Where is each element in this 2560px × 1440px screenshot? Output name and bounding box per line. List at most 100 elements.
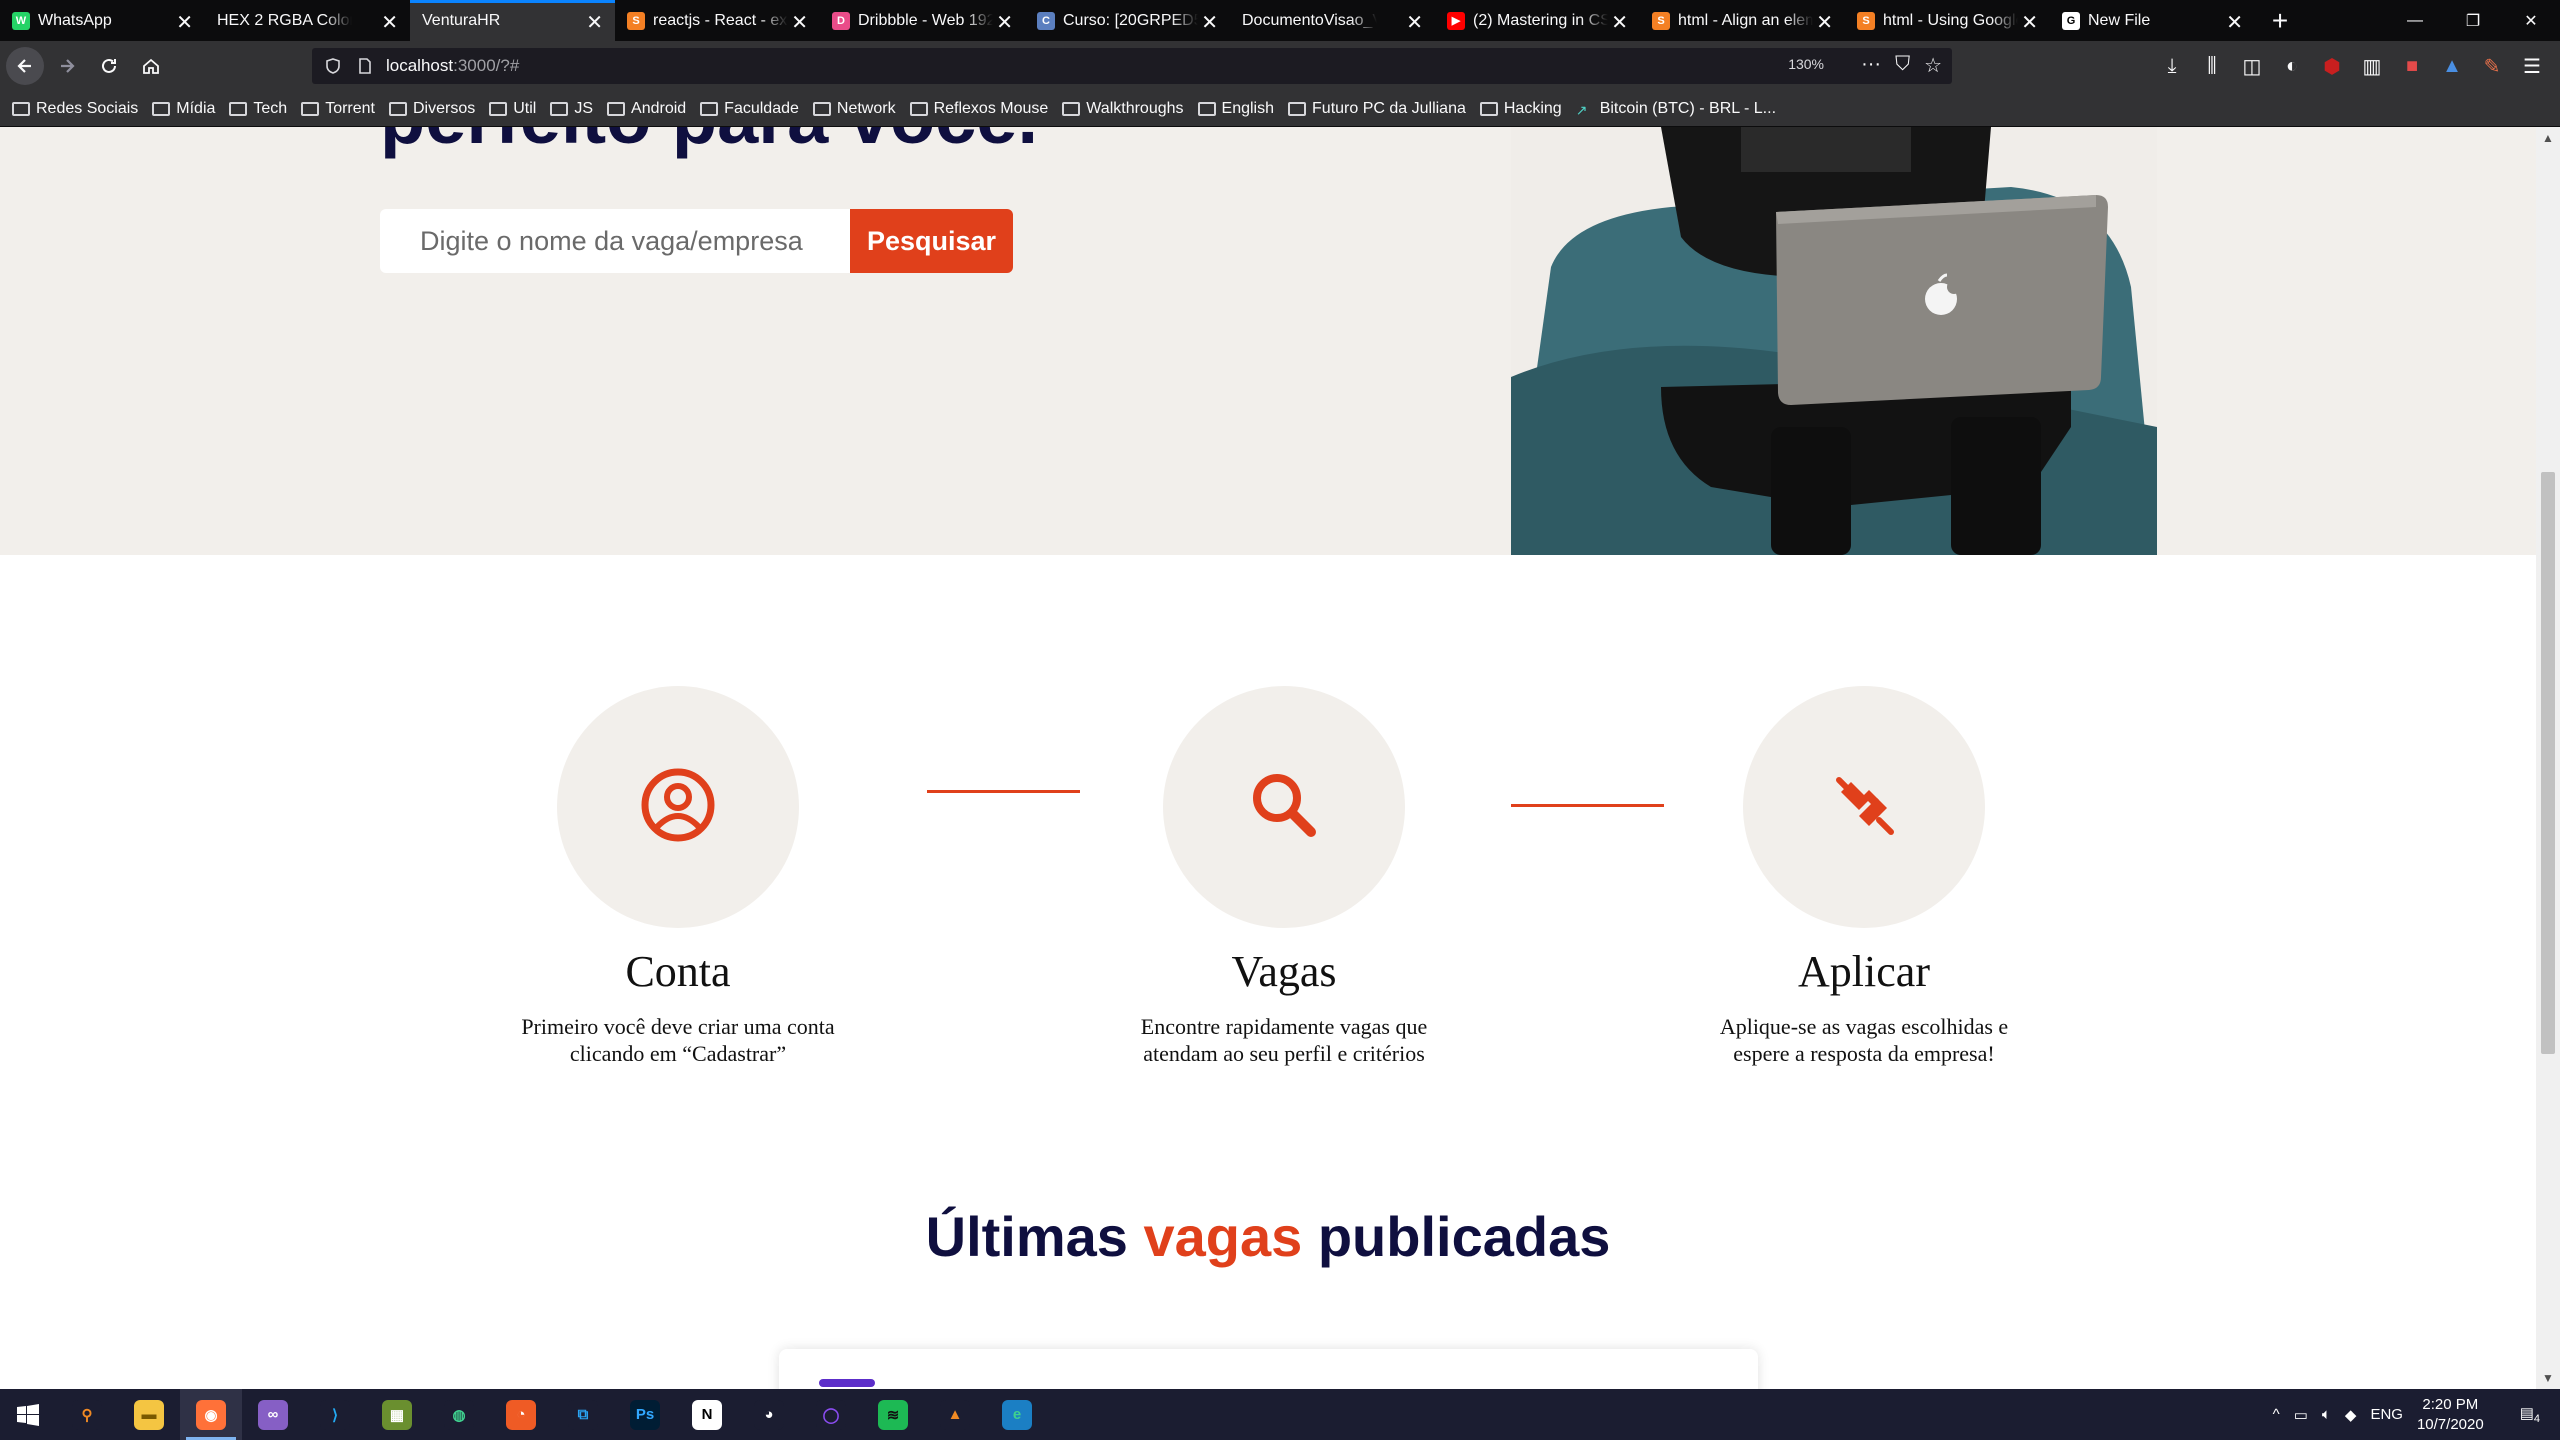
library-icon[interactable]: ⫼ [2194, 48, 2230, 84]
browser-tab[interactable]: DocumentoVisao_Ventura ✕ [1230, 0, 1435, 41]
bookmark-item[interactable]: Redes Sociais [12, 100, 138, 118]
bookmark-item[interactable]: Diversos [389, 100, 475, 118]
page-scrollbar[interactable]: ▲ ▼ [2536, 127, 2560, 1389]
extension-icon[interactable]: ◐ [2274, 48, 2310, 84]
bookmark-item[interactable]: English [1197, 100, 1274, 118]
network-icon[interactable]: ▭ [2294, 1406, 2308, 1424]
taskbar-firefox[interactable]: ◉ [180, 1389, 242, 1440]
taskbar-search[interactable]: ⚲ [56, 1389, 118, 1440]
taskbar-spotify[interactable]: ≋ [862, 1389, 924, 1440]
minimize-button[interactable]: — [2386, 0, 2444, 41]
taskbar-file-explorer[interactable]: ▬ [118, 1389, 180, 1440]
home-button[interactable] [132, 47, 170, 85]
downloads-icon[interactable]: ⤓ [2154, 48, 2190, 84]
clock[interactable]: 2:20 PM 10/7/2020 [2417, 1395, 2484, 1435]
bookmark-item[interactable]: Network [812, 100, 896, 118]
close-tab-icon[interactable]: ✕ [2226, 10, 2243, 35]
tray-overflow-icon[interactable]: ^ [2273, 1406, 2280, 1423]
close-tab-icon[interactable]: ✕ [2021, 10, 2038, 35]
language-indicator[interactable]: ENG [2370, 1406, 2403, 1423]
reload-button[interactable] [90, 47, 128, 85]
taskbar-vscode[interactable]: ⟩ [304, 1389, 366, 1440]
close-tab-icon[interactable]: ✕ [1406, 10, 1423, 35]
zoom-level[interactable]: 130% [1788, 56, 1824, 72]
shield-icon[interactable] [324, 57, 342, 75]
url-text[interactable]: localhost:3000/?# [386, 56, 519, 76]
back-button[interactable] [6, 47, 44, 85]
taskbar-visual-studio[interactable]: ∞ [242, 1389, 304, 1440]
bookmark-item[interactable]: Walkthroughs [1062, 100, 1184, 118]
dropbox-icon[interactable]: ◆ [2345, 1406, 2357, 1424]
color-picker-icon[interactable]: ✎ [2474, 48, 2510, 84]
bookmark-star-icon[interactable]: ☆ [1924, 53, 1942, 78]
browser-tab[interactable]: Shtml - Using Google ✕ [1845, 0, 2050, 41]
tab-title: WhatsApp [38, 11, 112, 29]
scroll-up-arrow-icon[interactable]: ▲ [2542, 131, 2554, 145]
bookmark-item[interactable]: Tech [229, 100, 287, 118]
browser-tab[interactable]: Sreactjs - React - expected✕ [615, 0, 820, 41]
bookmark-item[interactable]: JS [550, 100, 593, 118]
close-tab-icon[interactable]: ✕ [1611, 10, 1628, 35]
close-tab-icon[interactable]: ✕ [996, 10, 1013, 35]
taskbar-gitkraken[interactable]: ◍ [428, 1389, 490, 1440]
taskbar-postman[interactable]: ◔ [490, 1389, 552, 1440]
system-tray: ^ ▭ 🔈︎ ◆ ENG 2:20 PM 10/7/2020 ▤4 [2259, 1389, 2560, 1440]
browser-tab[interactable]: HEX 2 RGBA Color Calculator ✕ [205, 0, 410, 41]
job-search-input[interactable] [380, 209, 850, 273]
bookmark-item[interactable]: Futuro PC da Julliana [1288, 100, 1466, 118]
sidebar-icon[interactable]: ◫ [2234, 48, 2270, 84]
bookmark-item[interactable]: Reflexos Mouse [909, 100, 1048, 118]
address-bar[interactable]: localhost:3000/?# 130% ··· ⛉ ☆ [312, 48, 1952, 84]
taskbar-vlc[interactable]: ▲ [924, 1389, 986, 1440]
taskbar-minecraft[interactable]: ▦ [366, 1389, 428, 1440]
bookmark-item[interactable]: Android [607, 100, 686, 118]
taskbar-cortana[interactable]: ◯ [800, 1389, 862, 1440]
forward-button[interactable] [48, 47, 86, 85]
bookmark-item[interactable]: Util [489, 100, 536, 118]
close-tab-icon[interactable]: ✕ [176, 10, 193, 35]
scroll-down-arrow-icon[interactable]: ▼ [2542, 1371, 2554, 1385]
page-actions-icon[interactable]: ··· [1861, 53, 1881, 78]
close-tab-icon[interactable]: ✕ [1201, 10, 1218, 35]
browser-tab[interactable]: W WhatsApp ✕ [0, 0, 205, 41]
browser-tab[interactable]: G New File ✕ [2050, 0, 2255, 41]
pocket-icon[interactable]: ⛉ [1895, 53, 1910, 78]
browser-tab[interactable]: VenturaHR ✕ [410, 0, 615, 41]
taskbar-snipping[interactable]: ⧉ [552, 1389, 614, 1440]
restore-button[interactable]: ❐ [2444, 0, 2502, 41]
taskbar-photoshop[interactable]: Ps [614, 1389, 676, 1440]
tab-favicon-icon: G [2062, 11, 2080, 30]
bookmark-label: Util [513, 99, 537, 117]
extension-red-icon[interactable]: ■ [2394, 48, 2430, 84]
taskbar-notion[interactable]: N [676, 1389, 738, 1440]
close-tab-icon[interactable]: ✕ [586, 10, 603, 35]
browser-tab[interactable]: Shtml - Align an element✕ [1640, 0, 1845, 41]
page-info-icon[interactable] [356, 57, 374, 75]
close-tab-icon[interactable]: ✕ [791, 10, 808, 35]
bookmark-item[interactable]: Faculdade [700, 100, 799, 118]
bookmark-item[interactable]: Mídia [152, 100, 215, 118]
browser-tab[interactable]: D Dribbble - Web 1920 ✕ [820, 0, 1025, 41]
volume-icon[interactable]: 🔈︎ [2322, 1406, 2331, 1423]
barcode-icon[interactable]: ▥ [2354, 48, 2390, 84]
taskbar-edge[interactable]: e [986, 1389, 1048, 1440]
job-card[interactable] [779, 1349, 1758, 1389]
start-button[interactable] [0, 1389, 56, 1440]
search-button[interactable]: Pesquisar [850, 209, 1013, 273]
file-explorer-icon: ▬ [134, 1399, 164, 1430]
notification-center-icon[interactable]: ▤4 [2520, 1404, 2540, 1425]
browser-tab[interactable]: C Curso: [20GRPED50 ✕ [1025, 0, 1230, 41]
new-tab-button[interactable]: + [2255, 0, 2305, 41]
scroll-thumb[interactable] [2541, 472, 2555, 1054]
close-tab-icon[interactable]: ✕ [1816, 10, 1833, 35]
bookmark-item[interactable]: ↗ Bitcoin (BTC) - BRL - L... [1576, 100, 1776, 118]
close-window-button[interactable]: ✕ [2502, 0, 2560, 41]
menu-icon[interactable]: ☰ [2514, 48, 2550, 84]
browser-tab[interactable]: ▶ (2) Mastering in CSS ✕ [1435, 0, 1640, 41]
taskbar-discord[interactable]: ◕ [738, 1389, 800, 1440]
extension-blue-icon[interactable]: ▲ [2434, 48, 2470, 84]
bookmark-item[interactable]: Hacking [1479, 100, 1562, 118]
ublock-icon[interactable]: ⬢ [2314, 48, 2350, 84]
bookmark-item[interactable]: Torrent [301, 100, 375, 118]
close-tab-icon[interactable]: ✕ [381, 10, 398, 35]
